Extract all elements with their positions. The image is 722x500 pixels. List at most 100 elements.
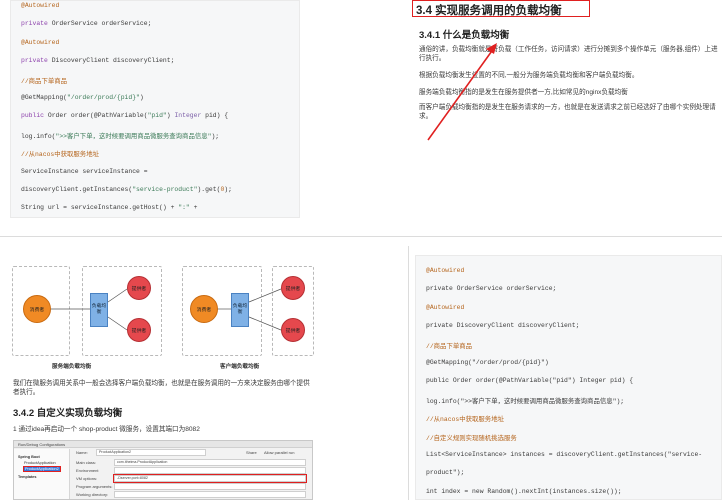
ide-parallel-label[interactable]: Allow parallel run (264, 450, 294, 455)
code-line: //从nacos中获取服务地址 (21, 149, 299, 158)
code-token: @Autowired (21, 38, 60, 46)
code-token: "service-product" (132, 186, 198, 193)
code-token: product"); (426, 469, 465, 477)
code-token: Integer (174, 112, 202, 120)
load-balance-diagram: 消费者 负载均衡 提供者 提供者 服务端负载均衡 消费者 负载均衡 提供者 提供… (10, 262, 320, 372)
code-token: public (21, 112, 48, 120)
code-line: @GetMapping("/order/prod/{pid}") (21, 94, 299, 101)
paragraph-2-text: 根据负载均衡发生位置的不同,一般分为服务端负载均衡和客户端负载均衡。 (419, 72, 639, 79)
code-line: log.info(">>客户下单，这时候要调用商品微服务查询商品信息"); (426, 396, 721, 405)
code-token: DiscoveryClient discoveryClient; (51, 57, 175, 65)
code-token: private (21, 57, 52, 65)
code-line: @GetMapping("/order/prod/{pid}") (426, 359, 721, 366)
code-line: @Autowired (426, 304, 721, 311)
code-token: ); (224, 186, 232, 193)
client-lb-caption: 客户端负载均衡 (220, 364, 260, 370)
ide-title: Run/Debug Configurations (18, 442, 66, 447)
code-token: pid) { (201, 112, 229, 120)
paragraph-1: 通俗的讲，负载均衡就是将负载（工作任务，访问请求）进行分摊到多个操作单元（服务器… (419, 46, 718, 62)
code-token: log.info( (21, 132, 56, 140)
code-token: List<ServiceInstance> instances = discov… (426, 451, 703, 458)
code-token: Order order(@PathVariable( (47, 112, 148, 120)
ide-field-input[interactable] (114, 467, 306, 474)
code-token: //商品下单商品 (426, 342, 473, 350)
code-line: product"); (426, 469, 721, 476)
ide-field-input[interactable] (114, 491, 306, 498)
code-token: //自定义规则实现随机挑选服务 (426, 434, 517, 442)
ide-tree-item-product-app[interactable]: ProductApplication (24, 461, 56, 465)
code-line: public Order order(@PathVariable("pid") … (426, 377, 721, 384)
top-left-code-panel: @Autowired private OrderService orderServ… (10, 0, 300, 218)
top-right-panel: 3.4 实现服务调用的负载均衡 3.4.1 什么是负载均衡 通俗的讲，负载均衡就… (410, 0, 722, 225)
code-line: @Autowired (21, 2, 299, 9)
section-heading-box: 3.4 实现服务调用的负载均衡 (412, 0, 590, 17)
code-line: //从nacos中获取服务地址 (426, 414, 721, 423)
code-line: ServiceInstance serviceInstance = (21, 168, 299, 175)
code-line: @Autowired (21, 39, 299, 46)
code-token: ServiceInstance serviceInstance = (21, 167, 148, 175)
code-token: "pid" (147, 112, 167, 120)
ide-tree-panel: Spring Boot ProductApplication ProductAp… (14, 449, 70, 499)
code-token: "/order/prod/{pid}" (67, 94, 140, 101)
ide-tree-item-product-app-2[interactable]: ProductApplication2 (23, 466, 61, 472)
code-token: private (21, 20, 52, 28)
section-heading: 3.4 实现服务调用的负载均衡 (416, 5, 562, 17)
client-lb-arrows (218, 288, 282, 331)
code-line: String url = serviceInstance.getHost() +… (21, 204, 299, 211)
custom-lb-heading: 3.4.2 自定义实现负载均衡 (13, 408, 123, 419)
bottom-right-code-panel: @Autowired private OrderService orderServ… (415, 255, 722, 500)
paragraph-3: 服务端负载均衡指的是发生在服务提供者一方,比如常见的nginx负载均衡 (419, 89, 628, 96)
ide-share-label[interactable]: Share (246, 450, 257, 455)
code-token: public Order order(@PathVariable("pid") … (426, 377, 634, 385)
code-token: private DiscoveryClient discoveryClient; (426, 322, 580, 330)
paragraph-2: 根据负载均衡发生位置的不同,一般分为服务端负载均衡和客户端负载均衡。 (419, 71, 719, 80)
ide-field-label: Environment (76, 468, 99, 473)
code-line: //商品下单商品 (21, 76, 299, 85)
code-line: discoveryClient.getInstances("service-pr… (21, 186, 299, 193)
code-token: @GetMapping( (21, 94, 68, 101)
code-token: @Autowired (21, 2, 60, 9)
code-token: ">>客户下单，这时候要调用商品微服务查询商品信息" (55, 132, 212, 140)
ide-field-label: VM options: (76, 476, 98, 481)
code-token: String url = serviceInstance.getHost() + (21, 204, 179, 212)
ide-field-input[interactable] (114, 483, 306, 490)
subsection-heading: 3.4.1 什么是负载均衡 (419, 30, 510, 41)
code-line: private OrderService orderService; (426, 285, 721, 292)
ide-titlebar: Run/Debug Configurations (14, 441, 312, 448)
code-token: OrderService orderService; (51, 20, 152, 28)
step-1-text: 1 通过idea再启动一个 shop-product 微服务，设置其端口为808… (13, 426, 200, 433)
code-line: //商品下单商品 (426, 341, 721, 350)
code-token: //从nacos中获取服务地址 (21, 151, 99, 159)
code-line: log.info(">>客户下单，这时候要调用商品微服务查询商品信息"); (21, 131, 299, 140)
code-token: ) (139, 94, 144, 101)
paragraph-4: 而客户端负载均衡指的是发生在服务请求的一方，也就是在发送请求之前已经选好了由哪个… (419, 104, 716, 120)
ide-run-config-dialog: Run/Debug Configurations Spring Boot Pro… (13, 440, 313, 500)
server-lb-caption: 服务端负载均衡 (52, 364, 92, 370)
code-line: List<ServiceInstance> instances = discov… (426, 451, 721, 458)
ide-field-input[interactable]: -Dserver.port=8082 (113, 474, 307, 483)
code-token: //从nacos中获取服务地址 (426, 416, 504, 424)
code-line: private DiscoveryClient discoveryClient; (426, 322, 721, 329)
ide-field-label: Program arguments: (76, 484, 113, 489)
code-token: //商品下单商品 (21, 77, 68, 85)
ide-field-label: Working directory: (76, 492, 109, 497)
code-token: ); (211, 132, 220, 140)
code-line: private OrderService orderService; (21, 20, 299, 27)
code-token: @GetMapping("/order/prod/{pid}") (426, 359, 549, 366)
code-token: log.info(">>客户下单，这时候要调用商品微服务查询商品信息"); (426, 397, 625, 405)
ide-field-label: Main class: (76, 460, 97, 465)
code-token: ":" (178, 204, 190, 212)
code-token: @Autowired (426, 303, 465, 311)
client-lb-paragraph: 我们在微服务调用关系中一般会选择客户端负载均衡，也就是在服务调用的一方来决定服务… (13, 380, 310, 396)
code-token: int index = new Random().nextInt(instanc… (426, 487, 622, 495)
code-line: public Order order(@PathVariable("pid") … (21, 112, 299, 119)
code-token: private OrderService orderService; (426, 285, 557, 293)
ide-name-field[interactable]: ProductApplication2 (96, 449, 206, 456)
ide-tree-item-spring-boot[interactable]: Spring Boot (18, 455, 40, 459)
ide-field-input[interactable]: com.itheima.ProductApplication (114, 459, 306, 466)
ide-tree-item-templates[interactable]: Templates (18, 475, 37, 479)
column-divider (408, 246, 409, 500)
code-token: ).get( (197, 186, 221, 193)
code-line: int index = new Random().nextInt(instanc… (426, 488, 721, 495)
ide-name-label: Name: (76, 450, 88, 455)
